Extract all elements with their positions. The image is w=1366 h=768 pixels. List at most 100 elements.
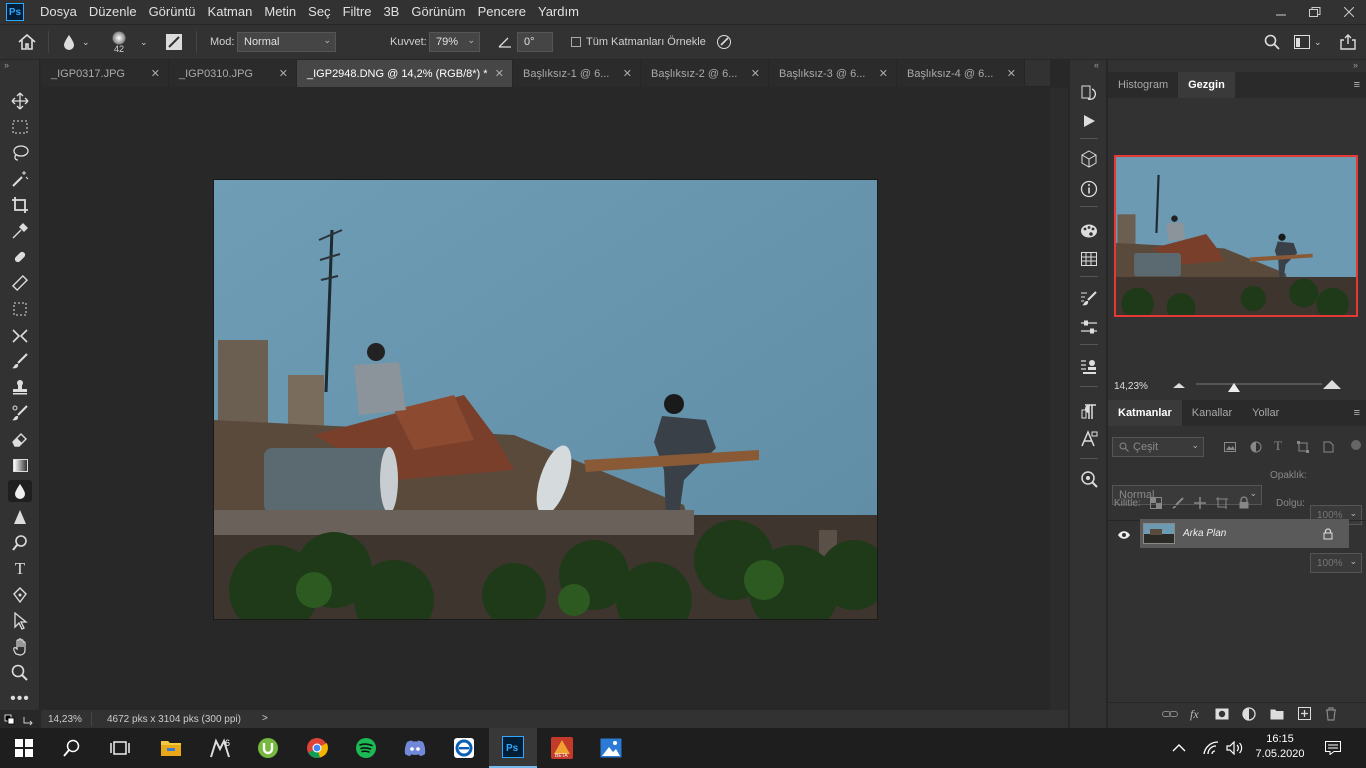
zoom-slider-handle[interactable] xyxy=(1227,383,1240,393)
lock-position-icon[interactable] xyxy=(1194,497,1206,509)
document-image[interactable] xyxy=(213,179,878,620)
collapse-panels-icon[interactable]: « xyxy=(1094,60,1099,70)
move-tool-icon[interactable] xyxy=(8,90,32,112)
volume-icon[interactable] xyxy=(1222,728,1248,768)
layer-filter-dropdown[interactable]: Çeşit ⌄ xyxy=(1112,437,1204,457)
lasso-tool-icon[interactable] xyxy=(8,142,32,164)
filter-image-icon[interactable] xyxy=(1224,441,1236,453)
lock-all-icon[interactable] xyxy=(1238,496,1250,509)
utorrent-icon[interactable] xyxy=(244,728,292,768)
collapse-right-panels-icon[interactable]: » xyxy=(1353,60,1358,70)
history-panel-icon[interactable] xyxy=(1078,82,1100,104)
photoshop-taskbar-icon[interactable]: Ps xyxy=(489,728,537,768)
tab-basliksiz-4[interactable]: Başlıksız-4 @ 6... ✕ xyxy=(897,60,1025,87)
filter-type-icon[interactable]: T xyxy=(1274,438,1282,454)
close-icon[interactable]: ✕ xyxy=(495,67,504,80)
crop-tool-icon[interactable] xyxy=(8,194,32,216)
network-wifi-icon[interactable] xyxy=(1198,728,1224,768)
tray-chevron-up-icon[interactable] xyxy=(1164,728,1194,768)
character-panel-icon[interactable] xyxy=(1078,428,1100,450)
brush-settings-icon[interactable] xyxy=(165,25,183,59)
add-mask-icon[interactable] xyxy=(1215,708,1229,720)
layer-name[interactable]: Arka Plan xyxy=(1183,528,1226,539)
tab-histogram[interactable]: Histogram xyxy=(1108,72,1178,98)
close-icon[interactable]: ✕ xyxy=(151,67,160,80)
photos-app-icon[interactable] xyxy=(587,728,635,768)
malware-app-icon[interactable]: 6 xyxy=(196,728,244,768)
magic-wand-icon[interactable] xyxy=(8,168,32,190)
new-layer-icon[interactable] xyxy=(1298,707,1311,720)
share-icon[interactable] xyxy=(1340,25,1356,59)
clone-stamp-icon[interactable] xyxy=(8,298,32,320)
lock-artboard-icon[interactable] xyxy=(1216,497,1228,509)
stamp-tool-icon[interactable] xyxy=(8,376,32,398)
edge-browser-icon[interactable] xyxy=(440,728,488,768)
lock-pixels-icon[interactable] xyxy=(1172,497,1184,509)
canvas-vertical-scrollbar[interactable] xyxy=(1050,88,1068,710)
home-icon[interactable] xyxy=(18,25,36,59)
menu-3b[interactable]: 3B xyxy=(377,0,405,24)
actions-play-icon[interactable] xyxy=(1078,110,1100,132)
tab-igp2948[interactable]: _IGP2948.DNG @ 14,2% (RGB/8*) * ✕ xyxy=(297,60,513,87)
menu-gorunum[interactable]: Görünüm xyxy=(405,0,471,24)
paint-brush-icon[interactable] xyxy=(8,350,32,372)
zoom-in-mountain-icon[interactable] xyxy=(1322,378,1342,390)
file-explorer-icon[interactable] xyxy=(147,728,195,768)
task-view-icon[interactable] xyxy=(96,728,144,768)
navigator-thumbnail[interactable] xyxy=(1114,155,1358,317)
filter-shape-icon[interactable] xyxy=(1297,441,1309,453)
art-history-brush-icon[interactable] xyxy=(8,402,32,424)
info-icon[interactable] xyxy=(1078,178,1100,200)
close-icon[interactable]: ✕ xyxy=(623,67,632,80)
tab-layers[interactable]: Katmanlar xyxy=(1108,400,1182,426)
default-colors-icon[interactable] xyxy=(4,713,38,727)
blur-tool-preset-icon[interactable]: ⌄ xyxy=(62,25,90,59)
mode-dropdown[interactable]: Normal ⌄ xyxy=(237,32,336,52)
layer-style-fx-icon[interactable]: fx xyxy=(1190,707,1199,722)
tab-igp0317[interactable]: _IGP0317.JPG ✕ xyxy=(41,60,169,87)
menu-goruntu[interactable]: Görüntü xyxy=(143,0,202,24)
marquee-tool-icon[interactable] xyxy=(8,116,32,138)
brush-size-picker[interactable]: 42 xyxy=(112,25,126,59)
adjustments-sliders-icon[interactable] xyxy=(1078,316,1100,338)
menu-metin[interactable]: Metin xyxy=(258,0,302,24)
healing-brush-icon[interactable] xyxy=(8,246,32,268)
hand-tool-icon[interactable] xyxy=(8,636,32,658)
3d-panel-icon[interactable] xyxy=(1078,148,1100,170)
angle-input[interactable]: 0° xyxy=(517,32,553,52)
more-tools-icon[interactable]: ••• xyxy=(8,688,32,710)
action-center-icon[interactable] xyxy=(1318,728,1348,768)
status-zoom[interactable]: 14,23% xyxy=(48,714,82,725)
menu-dosya[interactable]: Dosya xyxy=(34,0,83,24)
pen-tool-icon[interactable] xyxy=(8,584,32,606)
history-brush-icon[interactable] xyxy=(8,324,32,346)
tab-paths[interactable]: Yollar xyxy=(1242,400,1289,426)
close-icon[interactable]: ✕ xyxy=(879,67,888,80)
spotify-icon[interactable] xyxy=(342,728,390,768)
filter-adjustment-icon[interactable] xyxy=(1250,441,1262,453)
close-icon[interactable]: ✕ xyxy=(751,67,760,80)
sample-all-checkbox[interactable] xyxy=(571,37,581,47)
close-icon[interactable]: ✕ xyxy=(1007,67,1016,80)
affinity-beta-icon[interactable]: BETA xyxy=(538,728,586,768)
new-group-folder-icon[interactable] xyxy=(1270,708,1284,720)
panel-menu-icon[interactable]: ≡ xyxy=(1354,407,1360,419)
tab-channels[interactable]: Kanallar xyxy=(1182,400,1242,426)
navigator-zoom-value[interactable]: 14,23% xyxy=(1114,381,1148,392)
properties-panel-icon[interactable] xyxy=(1078,356,1100,378)
type-tool-icon[interactable]: T xyxy=(8,558,32,580)
menu-yardim[interactable]: Yardım xyxy=(532,0,585,24)
menu-sec[interactable]: Seç xyxy=(302,0,336,24)
windows-start-icon[interactable] xyxy=(0,728,48,768)
close-window-button[interactable] xyxy=(1332,0,1366,24)
workspace-switcher-icon[interactable]: ⌄ xyxy=(1294,25,1322,59)
link-layers-icon[interactable] xyxy=(1162,709,1178,719)
pressure-brush-icon[interactable] xyxy=(716,25,732,59)
adjustment-layer-icon[interactable] xyxy=(1242,707,1256,721)
menu-duzenle[interactable]: Düzenle xyxy=(83,0,143,24)
path-selection-icon[interactable] xyxy=(8,610,32,632)
tab-basliksiz-3[interactable]: Başlıksız-3 @ 6... ✕ xyxy=(769,60,897,87)
strength-input[interactable]: 79% ⌄ xyxy=(429,32,480,52)
eraser-icon[interactable] xyxy=(8,428,32,450)
filter-smart-object-icon[interactable] xyxy=(1322,441,1334,453)
